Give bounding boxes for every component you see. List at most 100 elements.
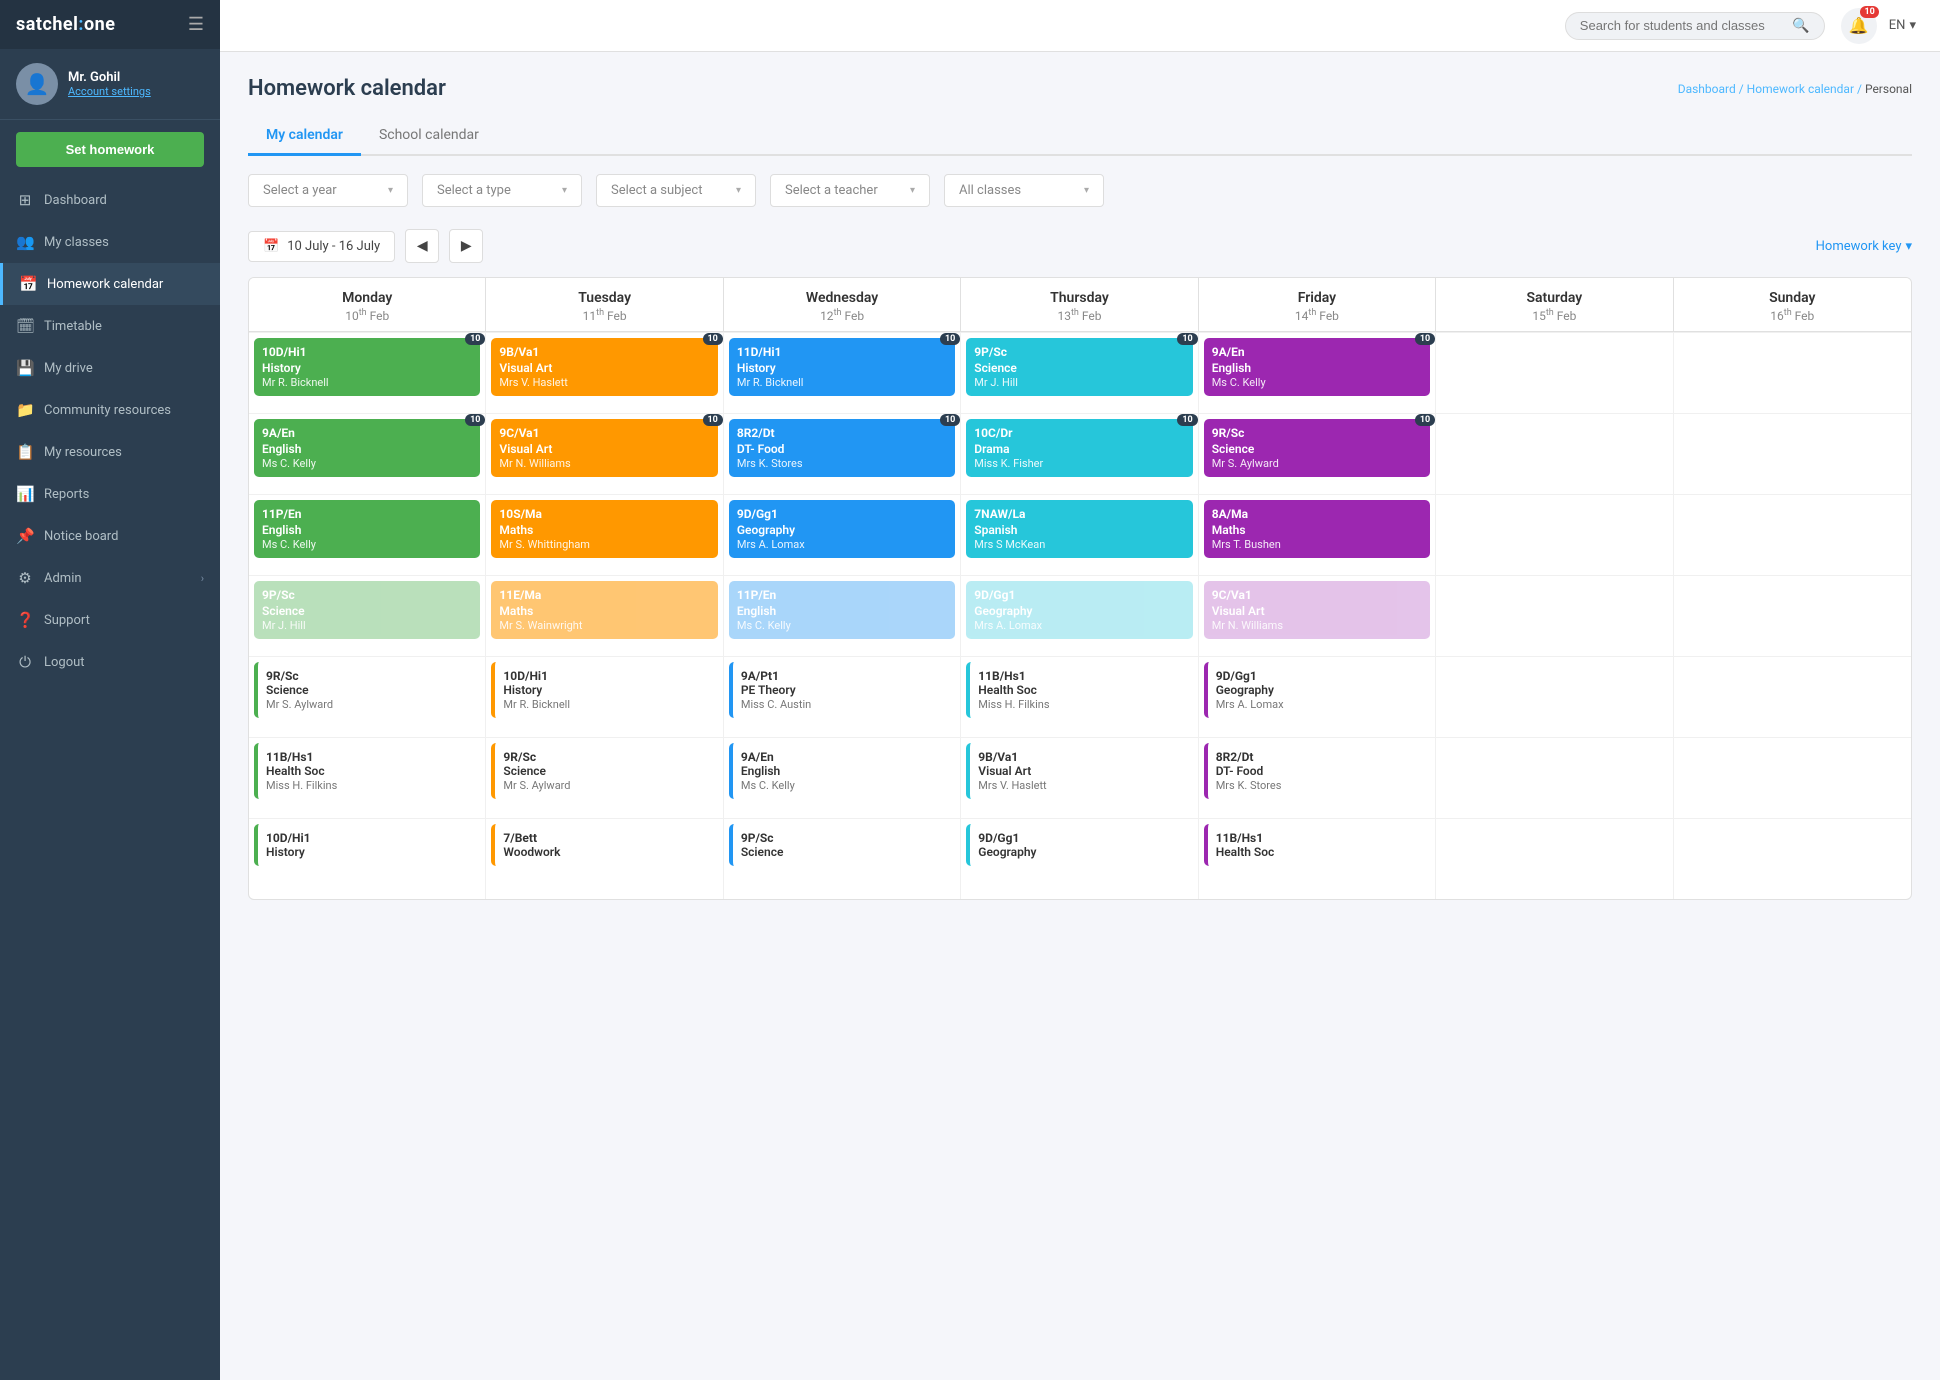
sidebar-item-my-classes[interactable]: 👥 My classes <box>0 221 220 263</box>
homework-card[interactable]: 10 10C/Dr Drama Miss K. Fisher <box>966 419 1192 477</box>
filter-label-year: Select a year <box>263 183 337 198</box>
filter-teacher[interactable]: Select a teacher ▾ <box>770 174 930 207</box>
homework-card[interactable]: 9P/Sc Science <box>729 824 955 866</box>
homework-card[interactable]: 7/Bett Woodwork <box>491 824 717 866</box>
homework-card[interactable]: 9C/Va1 Visual Art Mr N. Williams <box>1204 581 1430 639</box>
cal-cell <box>1436 576 1673 656</box>
teacher-label: Ms C. Kelly <box>262 538 472 551</box>
breadcrumb: Dashboard / Homework calendar / Personal <box>1678 82 1912 96</box>
homework-card[interactable]: 11P/En English Ms C. Kelly <box>729 581 955 639</box>
homework-card[interactable]: 9B/Va1 Visual Art Mrs V. Haslett <box>966 743 1192 799</box>
sidebar-item-reports[interactable]: 📊 Reports <box>0 473 220 515</box>
cal-row: 9R/Sc Science Mr S. Aylward 10D/Hi1 Hist… <box>249 656 1911 737</box>
sidebar-item-support[interactable]: ❓ Support <box>0 599 220 641</box>
tab-school-calendar[interactable]: School calendar <box>361 117 497 156</box>
support-icon: ❓ <box>16 611 34 629</box>
sidebar-item-dashboard[interactable]: ⊞ Dashboard <box>0 179 220 221</box>
search-bar[interactable]: 🔍 <box>1565 12 1825 40</box>
sidebar: satchel:one ☰ 👤 Mr. Gohil Account settin… <box>0 0 220 1380</box>
subject-label: English <box>262 523 472 537</box>
homework-card[interactable]: 7NAW/La Spanish Mrs S McKean <box>966 500 1192 558</box>
subject-label: Maths <box>1212 523 1422 537</box>
homework-card[interactable]: 11B/Hs1 Health Soc Miss H. Filkins <box>966 662 1192 718</box>
homework-card[interactable]: 11B/Hs1 Health Soc <box>1204 824 1430 866</box>
date-range-button[interactable]: 📅 10 July - 16 July <box>248 231 395 262</box>
homework-card[interactable]: 10 10D/Hi1 History Mr R. Bicknell <box>254 338 480 396</box>
subject-label: English <box>262 442 472 456</box>
timetable-icon: 🗓 <box>16 317 34 335</box>
teacher-label: Mr N. Williams <box>1212 619 1422 632</box>
homework-card[interactable]: 9D/Gg1 Geography Mrs A. Lomax <box>966 581 1192 639</box>
homework-card[interactable]: 10D/Hi1 History <box>254 824 480 866</box>
homework-key-button[interactable]: Homework key ▾ <box>1816 239 1912 254</box>
breadcrumb-dashboard[interactable]: Dashboard <box>1678 82 1736 96</box>
sidebar-item-my-resources[interactable]: 📋 My resources <box>0 431 220 473</box>
day-name: Monday <box>257 290 477 306</box>
set-homework-button[interactable]: Set homework <box>16 132 204 167</box>
notifications-button[interactable]: 🔔 10 <box>1841 8 1877 44</box>
homework-card[interactable]: 8R2/Dt DT- Food Mrs K. Stores <box>1204 743 1430 799</box>
sidebar-item-timetable[interactable]: 🗓 Timetable <box>0 305 220 347</box>
teacher-label: Mrs V. Haslett <box>499 376 709 389</box>
homework-card[interactable]: 10S/Ma Maths Mr S. Whittingham <box>491 500 717 558</box>
homework-card[interactable]: 10 9A/En English Ms C. Kelly <box>254 419 480 477</box>
homework-card[interactable]: 8A/Ma Maths Mrs T. Bushen <box>1204 500 1430 558</box>
homework-card[interactable]: 9P/Sc Science Mr J. Hill <box>254 581 480 639</box>
homework-card[interactable]: 10 9R/Sc Science Mr S. Aylward <box>1204 419 1430 477</box>
class-label: 9A/Pt1 <box>741 669 947 683</box>
homework-card[interactable]: 9A/Pt1 PE Theory Miss C. Austin <box>729 662 955 718</box>
homework-card[interactable]: 11B/Hs1 Health Soc Miss H. Filkins <box>254 743 480 799</box>
homework-card[interactable]: 10 9C/Va1 Visual Art Mr N. Williams <box>491 419 717 477</box>
top-bar: 🔍 🔔 10 EN ▾ <box>220 0 1940 52</box>
homework-card[interactable]: 10 9P/Sc Science Mr J. Hill <box>966 338 1192 396</box>
homework-card[interactable]: 10 8R2/Dt DT- Food Mrs K. Stores <box>729 419 955 477</box>
sidebar-item-my-drive[interactable]: 💾 My drive <box>0 347 220 389</box>
homework-card[interactable]: 9R/Sc Science Mr S. Aylward <box>491 743 717 799</box>
homework-card[interactable]: 10 9A/En English Ms C. Kelly <box>1204 338 1430 396</box>
filter-type[interactable]: Select a type ▾ <box>422 174 582 207</box>
class-label: 9P/Sc <box>262 588 472 604</box>
hamburger-icon[interactable]: ☰ <box>188 14 204 35</box>
homework-card[interactable]: 10 9B/Va1 Visual Art Mrs V. Haslett <box>491 338 717 396</box>
cal-cell: 9D/Gg1 Geography Mrs A. Lomax <box>1199 657 1436 737</box>
cal-cell: 11P/En English Ms C. Kelly <box>249 495 486 575</box>
sidebar-item-homework-calendar[interactable]: 📅 Homework calendar <box>0 263 220 305</box>
account-settings-link[interactable]: Account settings <box>68 85 151 98</box>
cal-cell: 9B/Va1 Visual Art Mrs V. Haslett <box>961 738 1198 818</box>
prev-week-button[interactable]: ◀ <box>405 229 439 263</box>
filter-year[interactable]: Select a year ▾ <box>248 174 408 207</box>
sidebar-item-logout[interactable]: ⏻ Logout <box>0 641 220 683</box>
homework-card[interactable]: 10 11D/Hi1 History Mr R. Bicknell <box>729 338 955 396</box>
language-selector[interactable]: EN ▾ <box>1889 18 1916 33</box>
filter-classes[interactable]: All classes ▾ <box>944 174 1104 207</box>
homework-card[interactable]: 9D/Gg1 Geography <box>966 824 1192 866</box>
subject-label: English <box>1212 361 1422 375</box>
cal-header-saturday: Saturday 15th Feb <box>1436 278 1673 331</box>
homework-card[interactable]: 9R/Sc Science Mr S. Aylward <box>254 662 480 718</box>
cal-cell: 10 10C/Dr Drama Miss K. Fisher <box>961 414 1198 494</box>
homework-badge: 10 <box>1177 333 1197 345</box>
user-section: 👤 Mr. Gohil Account settings <box>0 49 220 120</box>
sidebar-item-admin[interactable]: ⚙ Admin › <box>0 557 220 599</box>
class-label: 9B/Va1 <box>499 345 709 361</box>
cal-row: 10 9A/En English Ms C. Kelly 10 9C/Va1 V… <box>249 413 1911 494</box>
class-label: 9A/En <box>741 750 947 764</box>
homework-card[interactable]: 9A/En English Ms C. Kelly <box>729 743 955 799</box>
filter-subject[interactable]: Select a subject ▾ <box>596 174 756 207</box>
sidebar-item-community-resources[interactable]: 📁 Community resources <box>0 389 220 431</box>
sidebar-item-notice-board[interactable]: 📌 Notice board <box>0 515 220 557</box>
sidebar-label-homework-calendar: Homework calendar <box>47 277 204 292</box>
search-input[interactable] <box>1580 18 1787 33</box>
homework-card[interactable]: 11E/Ma Maths Mr S. Wainwright <box>491 581 717 639</box>
class-label: 7/Bett <box>503 831 709 845</box>
homework-card[interactable]: 10D/Hi1 History Mr R. Bicknell <box>491 662 717 718</box>
next-week-button[interactable]: ▶ <box>449 229 483 263</box>
homework-card[interactable]: 9D/Gg1 Geography Mrs A. Lomax <box>1204 662 1430 718</box>
breadcrumb-homework-calendar[interactable]: Homework calendar <box>1747 82 1854 96</box>
tab-my-calendar[interactable]: My calendar <box>248 117 361 156</box>
homework-card[interactable]: 9D/Gg1 Geography Mrs A. Lomax <box>729 500 955 558</box>
teacher-label: Ms C. Kelly <box>1212 376 1422 389</box>
homework-card[interactable]: 11P/En English Ms C. Kelly <box>254 500 480 558</box>
day-name: Wednesday <box>732 290 952 306</box>
community-resources-icon: 📁 <box>16 401 34 419</box>
